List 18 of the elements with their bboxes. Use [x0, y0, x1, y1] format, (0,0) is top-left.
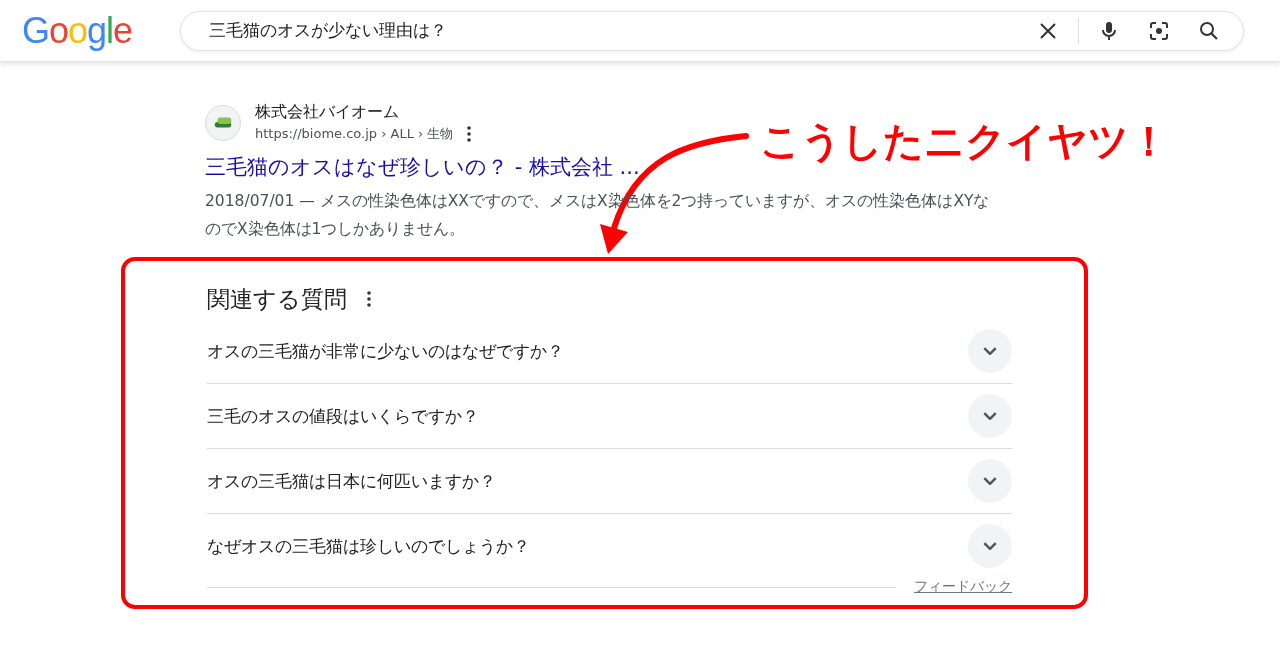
annotation-text: こうしたニクイヤツ！	[760, 117, 1169, 166]
question-item[interactable]: オスの三毛猫が非常に少ないのはなぜですか？	[207, 339, 564, 363]
more-options-icon[interactable]	[367, 291, 371, 307]
google-logo[interactable]: Google	[22, 9, 162, 52]
question-item[interactable]: 三毛のオスの値段はいくらですか？	[207, 404, 479, 428]
question-item[interactable]: なぜオスの三毛猫は珍しいのでしょうか？	[207, 534, 530, 558]
chevron-icon	[983, 542, 997, 550]
search-field[interactable]: 三毛猫のオスが少ない理由は？	[207, 19, 1010, 42]
chevron-icon	[983, 477, 997, 485]
question-item[interactable]: オスの三毛猫は日本に何匹いますか？	[207, 469, 496, 493]
chevron-icon	[983, 412, 997, 420]
chevron-icon	[983, 347, 997, 355]
site-name: 株式会社バイオーム	[255, 102, 400, 123]
section-heading: 関連する質問	[207, 284, 347, 314]
result-url: https://biome.co.jp › ALL › 生物	[255, 125, 454, 143]
more-options-icon[interactable]	[467, 126, 472, 142]
feedback-link[interactable]: フィードバック	[914, 578, 1012, 596]
result-title-link[interactable]: 三毛猫のオスはなぜ珍しいの？ - 株式会社 ...	[205, 153, 640, 181]
